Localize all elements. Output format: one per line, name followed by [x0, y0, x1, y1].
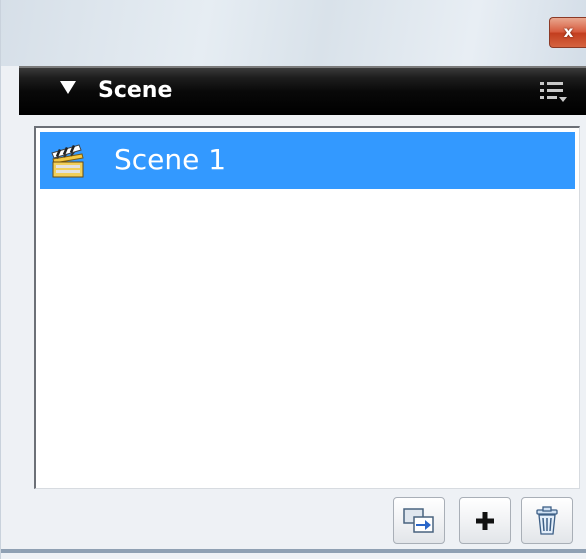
panel-menu-button[interactable]: [539, 78, 569, 106]
duplicate-scene-button[interactable]: [393, 497, 445, 544]
scene-name: Scene 1: [114, 143, 227, 176]
clapperboard-icon: [51, 144, 84, 178]
window-bottom-fill: [1, 553, 586, 559]
scene-list[interactable]: Scene 1: [34, 126, 580, 489]
scene-list-item[interactable]: Scene 1: [40, 132, 575, 189]
panel-title: Scene: [98, 78, 173, 103]
options-menu-icon: [540, 82, 567, 102]
plus-icon: [476, 511, 494, 530]
close-icon: x: [563, 23, 574, 41]
add-scene-button[interactable]: [459, 497, 511, 544]
panel-header[interactable]: Scene: [19, 66, 586, 115]
scene-panel-window: x Scene Scene 1: [0, 0, 586, 559]
close-button[interactable]: x: [549, 17, 586, 48]
title-bar[interactable]: [1, 0, 586, 66]
delete-scene-button[interactable]: [521, 497, 573, 544]
duplicate-scene-icon: [403, 507, 434, 533]
trash-icon: [536, 505, 558, 535]
triangle-down-icon[interactable]: [60, 81, 76, 94]
